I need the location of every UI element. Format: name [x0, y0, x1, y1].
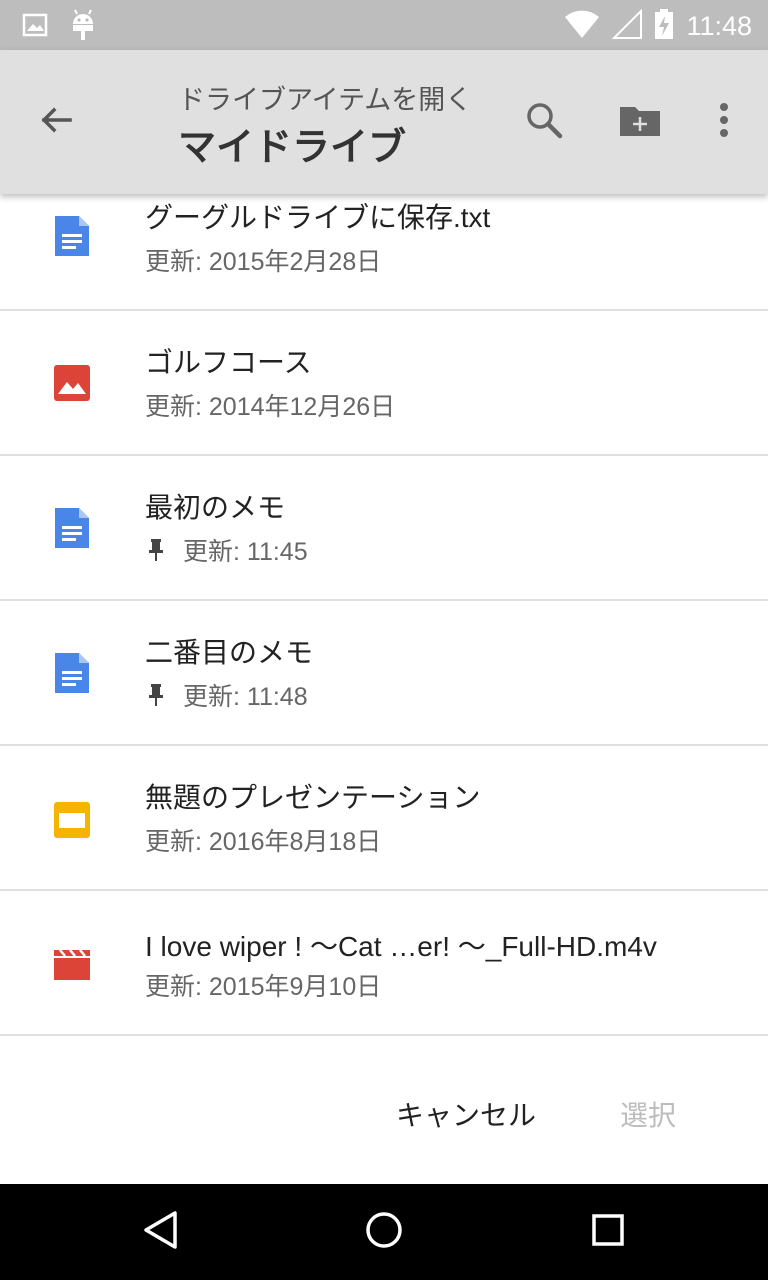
- file-meta: 更新: 11:45: [145, 532, 308, 568]
- more-vert-icon: [718, 102, 730, 142]
- file-name: 二番目のメモ: [145, 637, 314, 668]
- android-icon: [70, 8, 96, 46]
- file-meta: 更新: 2015年9月10日: [145, 973, 382, 1001]
- pin-icon: [145, 537, 167, 563]
- cancel-button[interactable]: キャンセル: [396, 1094, 536, 1134]
- file-meta: 更新: 11:48: [145, 677, 308, 713]
- nav-home-button[interactable]: [360, 1208, 408, 1256]
- file-name: I love wiper ! 〜Cat …er! 〜_Full-HD.m4v: [145, 931, 657, 962]
- dialog-footer: キャンセル 選択: [0, 1040, 768, 1184]
- video-icon: [52, 945, 92, 985]
- image-file-icon: [52, 363, 92, 403]
- doc-icon: [52, 508, 92, 548]
- file-meta: 更新: 2015年2月28日: [145, 248, 382, 276]
- navigation-bar: [0, 1184, 768, 1280]
- status-time: 11:48: [686, 10, 752, 41]
- back-arrow-icon: [38, 102, 74, 142]
- page-title: マイドライブ: [178, 125, 407, 169]
- new-folder-icon: [619, 103, 661, 141]
- pin-icon: [145, 682, 167, 708]
- file-row[interactable]: ゴルフコース 更新: 2014年12月26日: [0, 311, 768, 456]
- select-button[interactable]: 選択: [620, 1094, 676, 1134]
- slides-icon: [52, 800, 92, 840]
- file-row[interactable]: グーグルドライブに保存.txt 更新: 2015年2月28日: [0, 194, 768, 311]
- file-row[interactable]: I love wiper ! 〜Cat …er! 〜_Full-HD.m4v 更…: [0, 891, 768, 1036]
- back-button[interactable]: [32, 98, 80, 146]
- toolbar-subtitle: ドライブアイテムを開く: [178, 85, 473, 116]
- file-row[interactable]: 最初のメモ 更新: 11:45: [0, 456, 768, 601]
- file-name: ゴルフコース: [145, 347, 312, 378]
- file-meta: 更新: 2014年12月26日: [145, 393, 396, 421]
- file-row[interactable]: 二番目のメモ 更新: 11:48: [0, 601, 768, 746]
- file-row[interactable]: 無題のプレゼンテーション 更新: 2016年8月18日: [0, 746, 768, 891]
- file-list: グーグルドライブに保存.txt 更新: 2015年2月28日 ゴルフコース 更新…: [0, 194, 768, 1040]
- recents-square-icon: [590, 1212, 626, 1252]
- toolbar: ドライブアイテムを開く マイドライブ: [0, 50, 768, 194]
- home-circle-icon: [364, 1210, 404, 1254]
- file-name: 無題のプレゼンテーション: [145, 782, 481, 813]
- new-folder-button[interactable]: [616, 98, 664, 146]
- image-icon: [22, 12, 48, 42]
- search-button[interactable]: [520, 98, 568, 146]
- doc-icon: [52, 216, 92, 256]
- more-options-button[interactable]: [700, 98, 748, 146]
- signal-icon: [612, 8, 643, 43]
- nav-back-button[interactable]: [136, 1208, 184, 1256]
- battery-charging-icon: [654, 8, 674, 44]
- status-bar: 11:48: [0, 0, 768, 50]
- file-meta: 更新: 2016年8月18日: [145, 828, 382, 856]
- doc-icon: [52, 653, 92, 693]
- search-icon: [525, 101, 563, 143]
- back-triangle-icon: [142, 1210, 178, 1254]
- file-name: グーグルドライブに保存.txt: [145, 202, 491, 233]
- file-name: 最初のメモ: [145, 492, 286, 523]
- wifi-icon: [564, 9, 600, 43]
- nav-recents-button[interactable]: [584, 1208, 632, 1256]
